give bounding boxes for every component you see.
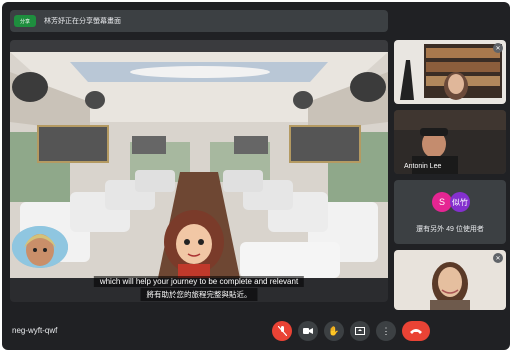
others-avatars: S 似竹 xyxy=(432,192,470,212)
participant-tile-1[interactable]: ✕ xyxy=(394,40,506,104)
hang-up-icon[interactable] xyxy=(402,321,430,341)
caption-chinese: 將有助於您的旅程完整與貼近。 xyxy=(140,288,258,301)
self-avatar xyxy=(12,226,68,268)
meeting-code: neg-wyft-qwf xyxy=(12,326,58,335)
more-options-icon[interactable]: ⋮ xyxy=(376,321,396,341)
participant-video-3 xyxy=(394,250,506,310)
presenting-badge: 分享 xyxy=(14,15,36,27)
mic-off-icon: ✕ xyxy=(493,253,503,263)
mic-off-icon: ✕ xyxy=(493,43,503,53)
avatar-2: 似竹 xyxy=(450,192,470,212)
others-count-label: 還有另外 49 位使用者 xyxy=(416,226,484,233)
shared-screen[interactable]: which will help your journey to be compl… xyxy=(10,40,388,302)
avatar-s: S xyxy=(432,192,452,212)
participant-name-2: Antonin Lee xyxy=(404,163,442,170)
raise-hand-icon[interactable]: ✋ xyxy=(324,321,344,341)
caption-english: which will help your journey to be compl… xyxy=(93,276,305,287)
shared-screen-header xyxy=(10,40,388,52)
control-bar: ✋ ⋮ xyxy=(272,321,430,341)
camera-icon[interactable] xyxy=(298,321,318,341)
presenting-bar: 分享 林芳妤正在分享螢幕畫面 xyxy=(10,10,388,32)
participant-tile-3[interactable]: ✕ xyxy=(394,250,506,310)
present-screen-icon[interactable] xyxy=(350,321,370,341)
meet-window: 分享 林芳妤正在分享螢幕畫面 which will help your jour… xyxy=(2,2,510,350)
participant-video-1 xyxy=(394,40,506,104)
mic-off-icon[interactable] xyxy=(272,321,292,341)
others-tile[interactable]: S 似竹 還有另外 49 位使用者 xyxy=(394,180,506,244)
participant-tile-2[interactable]: Antonin Lee xyxy=(394,110,506,174)
presenting-label: 林芳妤正在分享螢幕畫面 xyxy=(44,18,121,25)
